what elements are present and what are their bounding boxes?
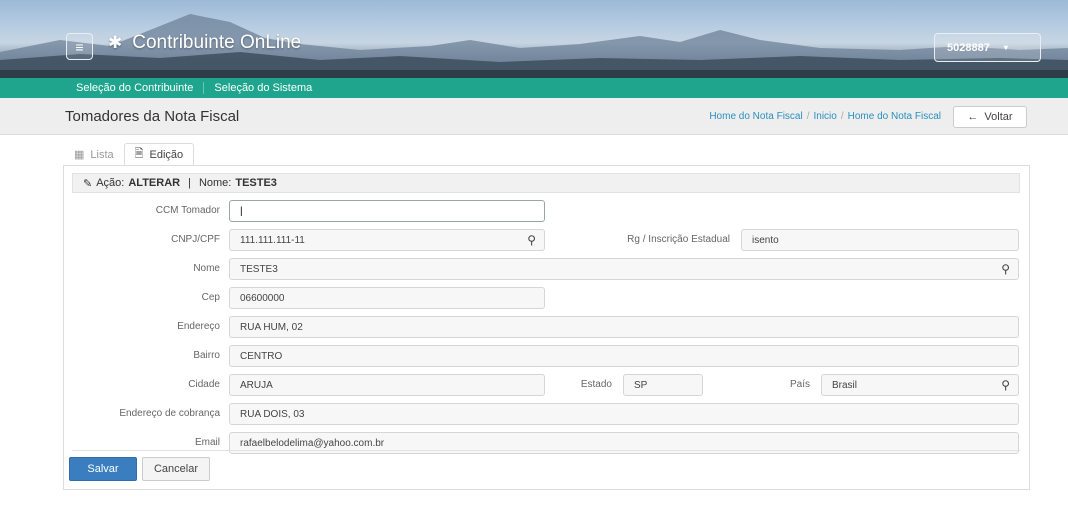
rg-inscricao-label: Rg / Inscrição Estadual — [627, 234, 730, 245]
back-button[interactable]: ← Voltar — [953, 106, 1027, 128]
user-label: 5028887 — [947, 41, 990, 54]
cep-label: Cep — [201, 292, 220, 303]
breadcrumb-separator: / — [806, 111, 810, 122]
endereco-input[interactable]: RUA HUM, 02 — [229, 316, 1019, 338]
chevron-down-icon: ▾ — [1003, 43, 1008, 52]
cnpj-cpf-value: 111.111.111-11 — [240, 234, 305, 246]
breadcrumb: Home do Nota Fiscal / Inicio / Home do Nota … — [675, 111, 941, 122]
tab-edicao[interactable]: 🗎 Edição — [123, 143, 195, 166]
endereco-cobranca-input[interactable]: RUA DOIS, 03 — [229, 403, 1019, 425]
cnpj-cpf-input[interactable]: 111.111.111-11 ⚲ — [229, 229, 545, 251]
search-icon[interactable]: ⚲ — [527, 233, 536, 247]
cep-value: 06600000 — [240, 292, 285, 304]
breadcrumb-separator: / — [840, 111, 844, 122]
pais-input[interactable]: Brasil ⚲ — [821, 374, 1019, 396]
page-title: Tomadores da Nota Fiscal — [65, 108, 240, 125]
pais-value: Brasil — [832, 379, 858, 391]
cnpj-cpf-label: CNPJ/CPF — [171, 234, 220, 245]
breadcrumb-link-home-nota-fiscal-2[interactable]: Home do Nota Fiscal — [848, 111, 941, 122]
email-label: Email — [194, 437, 220, 448]
brand-title: Contribuinte OnLine — [132, 32, 302, 53]
breadcrumb-link-home-nota-fiscal[interactable]: Home do Nota Fiscal — [709, 111, 802, 122]
endereco-value: RUA HUM, 02 — [240, 321, 303, 333]
name-label: Nome: — [198, 177, 232, 189]
ccm-tomador-input[interactable]: | — [229, 200, 545, 222]
search-icon[interactable]: ⚲ — [1001, 262, 1010, 276]
action-bar: ✎ Ação: ALTERAR | Nome: TESTE3 — [72, 173, 1020, 193]
header-banner: ≡ ✱ Contribuinte OnLine 5028887 ▾ — [0, 0, 1068, 78]
pais-label: País — [789, 379, 810, 390]
estado-label: Estado — [580, 379, 612, 390]
document-icon: 🗎 — [134, 148, 144, 160]
endereco-cobranca-value: RUA DOIS, 03 — [240, 408, 305, 420]
divider — [72, 450, 1020, 451]
endereco-cobranca-label: Endereço de cobrança — [119, 408, 220, 419]
cidade-value: ARUJA — [240, 379, 273, 391]
search-icon[interactable]: ⚲ — [1001, 378, 1010, 392]
top-nav: Seleção do Contribuinte Seleção do Siste… — [0, 78, 1068, 98]
brand[interactable]: ✱ Contribuinte OnLine — [108, 32, 301, 54]
nome-input[interactable]: TESTE3 ⚲ — [229, 258, 1019, 280]
save-button[interactable]: Salvar — [69, 457, 137, 481]
nav-item-selecao-contribuinte[interactable]: Seleção do Contribuinte — [66, 82, 205, 94]
action-value: ALTERAR — [128, 177, 181, 189]
bairro-label: Bairro — [193, 350, 220, 361]
action-prefix: Ação: — [96, 177, 125, 189]
cidade-input[interactable]: ARUJA — [229, 374, 545, 396]
cep-input[interactable]: 06600000 — [229, 287, 545, 309]
hamburger-icon: ≡ — [75, 38, 84, 55]
tab-edicao-label: Edição — [149, 148, 184, 161]
action-separator: | — [188, 177, 191, 189]
breadcrumb-link-inicio[interactable]: Inicio — [813, 111, 836, 122]
cancel-button[interactable]: Cancelar — [142, 457, 210, 481]
title-bar: Tomadores da Nota Fiscal Home do Nota Fi… — [0, 98, 1068, 135]
rg-inscricao-input[interactable]: isento — [741, 229, 1019, 251]
name-value: TESTE3 — [235, 177, 277, 189]
bairro-value: CENTRO — [240, 350, 283, 362]
arrow-left-icon: ← — [967, 111, 979, 123]
table-icon: ▦ — [74, 149, 85, 161]
nome-label: Nome — [193, 263, 220, 274]
back-button-label: Voltar — [984, 111, 1013, 123]
tab-bar: ▦ Lista 🗎 Edição — [64, 143, 195, 166]
tab-lista[interactable]: ▦ Lista — [64, 143, 124, 166]
ccm-tomador-label: CCM Tomador — [155, 205, 220, 216]
endereco-label: Endereço — [177, 321, 220, 332]
pencil-icon: ✎ — [83, 177, 93, 190]
gear-icon: ✱ — [108, 33, 123, 52]
estado-input[interactable]: SP — [623, 374, 703, 396]
estado-value: SP — [634, 379, 648, 391]
user-dropdown-button[interactable]: 5028887 ▾ — [934, 33, 1041, 62]
nav-item-selecao-sistema[interactable]: Seleção do Sistema — [204, 82, 322, 94]
rg-inscricao-value: isento — [752, 234, 779, 246]
cidade-label: Cidade — [188, 379, 220, 390]
menu-toggle-button[interactable]: ≡ — [66, 33, 93, 60]
bairro-input[interactable]: CENTRO — [229, 345, 1019, 367]
email-value: rafaelbelodelima@yahoo.com.br — [240, 437, 385, 449]
tab-lista-label: Lista — [90, 148, 114, 161]
nome-value: TESTE3 — [240, 263, 278, 275]
